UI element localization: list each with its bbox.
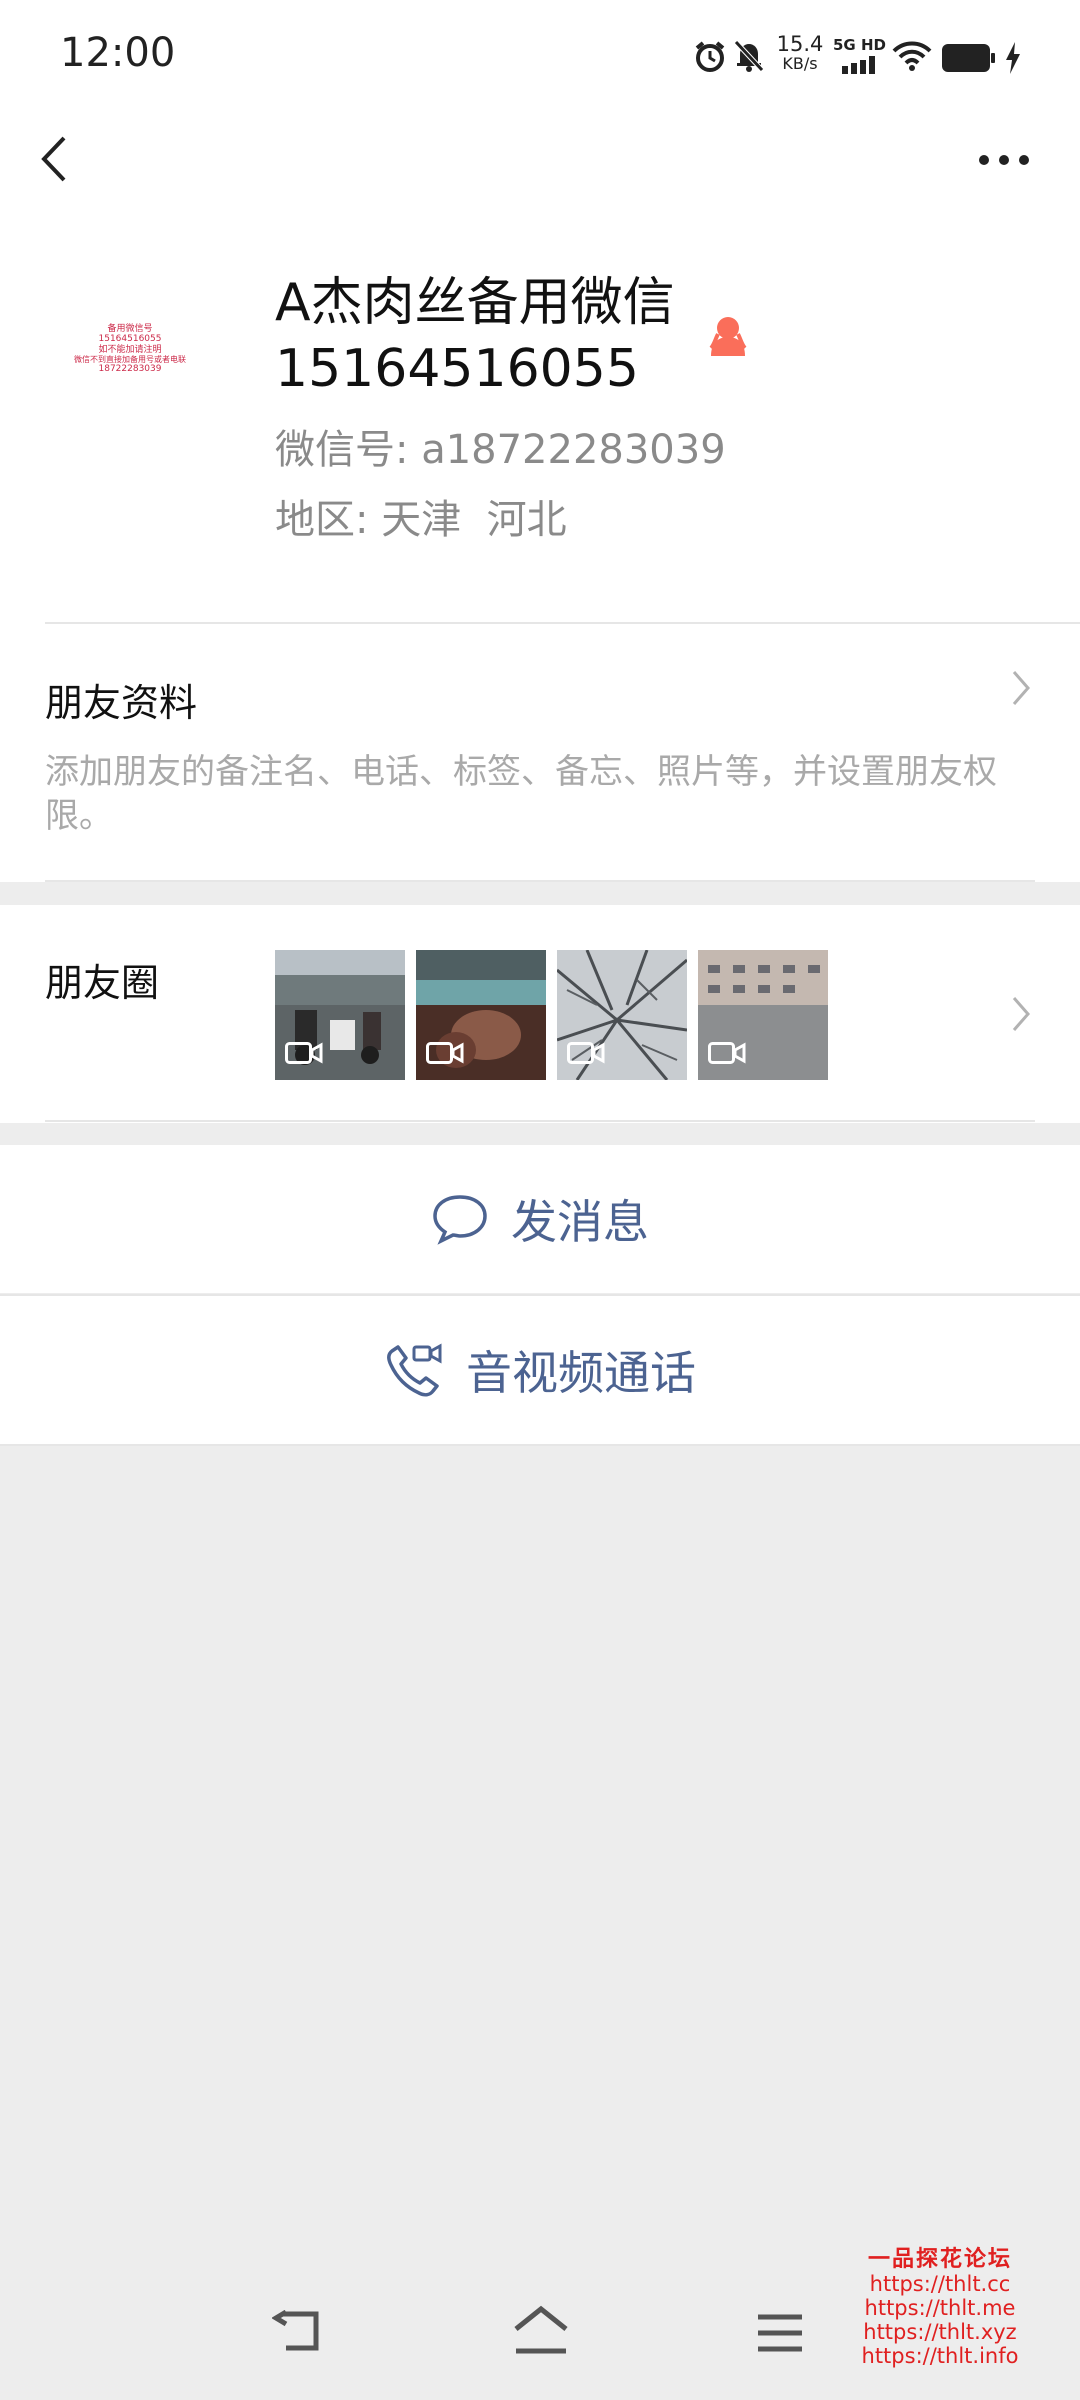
divider	[45, 880, 1035, 882]
net-speed-value: 15.4	[776, 32, 824, 56]
chevron-right-icon	[1012, 997, 1030, 1031]
network-type: 5G HD	[833, 36, 886, 54]
signal-icon	[842, 56, 875, 74]
charging-icon	[1006, 42, 1020, 74]
friend-info-title: 朋友资料	[45, 681, 198, 725]
avatar-line: 如不能加请注明	[98, 344, 162, 355]
back-icon[interactable]	[36, 134, 72, 184]
status-time: 12:00	[60, 30, 176, 76]
watermark-link: https://thlt.me	[864, 2296, 1016, 2320]
battery-icon	[942, 44, 995, 72]
profile-name-line2: 15164516055	[275, 339, 639, 399]
profile-name-line1: A杰肉丝备用微信	[275, 273, 675, 333]
avatar-line: 备用微信号	[107, 324, 153, 334]
alarm-icon	[695, 41, 725, 72]
watermark-title: 一品探花论坛	[867, 2247, 1012, 2272]
moments-thumbnail[interactable]	[416, 950, 546, 1080]
chat-bubble-icon	[433, 1195, 487, 1245]
send-message-button[interactable]: 发消息	[0, 1145, 1080, 1293]
net-speed: 15.4 KB/s	[774, 34, 826, 74]
moments-thumbnail[interactable]	[275, 950, 405, 1080]
avatar-line: 微信不到直接加备用号或者电联	[74, 355, 186, 365]
av-call-label: 音视频通话	[466, 1346, 696, 1400]
back-nav-icon[interactable]	[272, 2310, 322, 2354]
av-call-button[interactable]: 音视频通话	[0, 1296, 1080, 1444]
watermark-link: https://thlt.xyz	[863, 2320, 1017, 2344]
moments-thumbnail[interactable]	[557, 950, 687, 1080]
divider	[45, 622, 1080, 624]
video-icon	[285, 1042, 323, 1064]
mute-icon	[734, 40, 764, 72]
video-icon	[567, 1042, 605, 1064]
more-icon[interactable]	[976, 148, 1032, 172]
female-icon	[709, 317, 747, 356]
watermark: 一品探花论坛 https://thlt.cc https://thlt.me h…	[850, 2247, 1030, 2369]
menu-nav-icon[interactable]	[756, 2314, 804, 2352]
profile-name: A杰肉丝备用微信 15164516055	[275, 270, 675, 402]
send-message-label: 发消息	[511, 1195, 649, 1249]
divider	[45, 1120, 1035, 1122]
video-icon	[708, 1042, 746, 1064]
video-icon	[426, 1042, 464, 1064]
wifi-icon	[892, 41, 932, 71]
avatar-caption: 备用微信号 15164516055 如不能加请注明 微信不到直接加备用号或者电联…	[45, 324, 215, 375]
home-nav-icon[interactable]	[512, 2305, 570, 2355]
watermark-link: https://thlt.info	[861, 2344, 1019, 2368]
moments-thumbnail[interactable]	[698, 950, 828, 1080]
chevron-right-icon	[1012, 671, 1030, 705]
region: 地区: 天津 河北	[275, 497, 567, 543]
divider	[0, 1444, 1080, 1446]
video-call-icon	[387, 1343, 442, 1397]
watermark-link: https://thlt.cc	[869, 2272, 1011, 2296]
avatar-line: 15164516055	[98, 334, 162, 345]
avatar[interactable]: 备用微信号 15164516055 如不能加请注明 微信不到直接加备用号或者电联…	[45, 310, 215, 480]
top-nav	[0, 110, 1080, 220]
friend-info-description: 添加朋友的备注名、电话、标签、备忘、照片等，并设置朋友权限。	[45, 752, 997, 836]
avatar-line: 18722283039	[98, 364, 162, 375]
moments-title: 朋友圈	[45, 961, 160, 1005]
wechat-id: 微信号: a18722283039	[275, 427, 726, 473]
net-speed-unit: KB/s	[782, 54, 818, 73]
